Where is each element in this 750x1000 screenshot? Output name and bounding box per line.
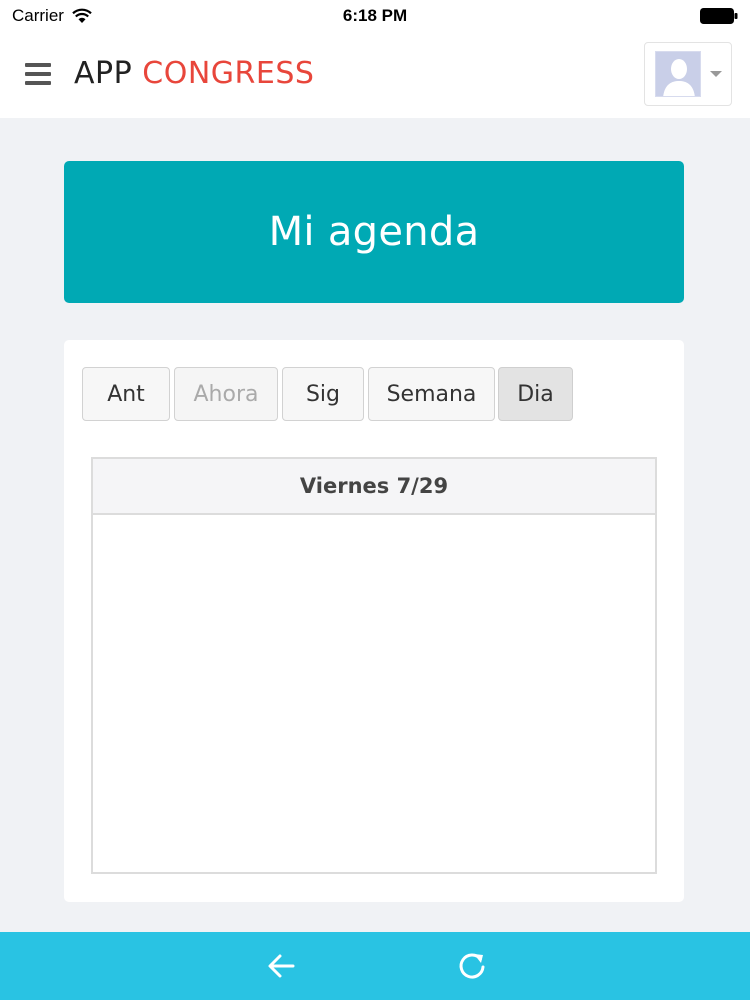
user-avatar-icon: [655, 51, 701, 97]
status-left: Carrier: [12, 6, 92, 26]
chevron-down-icon: [710, 71, 722, 77]
week-view-button[interactable]: Semana: [368, 367, 495, 421]
day-header: Viernes 7/29: [93, 459, 655, 515]
brand-app-text: APP: [74, 56, 133, 91]
battery-icon: [700, 8, 738, 24]
prev-button[interactable]: Ant: [82, 367, 170, 421]
page-title-banner: Mi agenda: [64, 161, 684, 303]
today-button[interactable]: Ahora: [174, 367, 278, 421]
day-events-area[interactable]: [93, 515, 655, 872]
back-arrow-icon[interactable]: [266, 952, 296, 980]
avatar-silhouette-icon: [656, 52, 700, 96]
day-view-button[interactable]: Dia: [498, 367, 573, 421]
app-header: APP CONGRESS: [0, 32, 750, 118]
user-menu-button[interactable]: [644, 42, 732, 106]
status-time: 6:18 PM: [342, 6, 408, 25]
carrier-label: Carrier: [12, 6, 64, 25]
status-bar: Carrier 6:18 PM: [0, 0, 750, 32]
page-title: Mi agenda: [268, 209, 480, 255]
next-button[interactable]: Sig: [282, 367, 364, 421]
menu-line: [25, 72, 51, 76]
brand-congress-text: CONGRESS: [142, 56, 315, 91]
reload-icon[interactable]: [456, 950, 488, 982]
day-view: Viernes 7/29: [91, 457, 657, 874]
wifi-icon: [72, 8, 92, 23]
menu-line: [25, 81, 51, 85]
calendar-card: Ant Ahora Sig Semana Dia Viernes 7/29: [64, 340, 684, 902]
hamburger-menu-icon[interactable]: [25, 63, 51, 85]
bottom-toolbar: [0, 932, 750, 1000]
menu-line: [25, 63, 51, 67]
brand-logo[interactable]: APP CONGRESS: [74, 56, 314, 91]
